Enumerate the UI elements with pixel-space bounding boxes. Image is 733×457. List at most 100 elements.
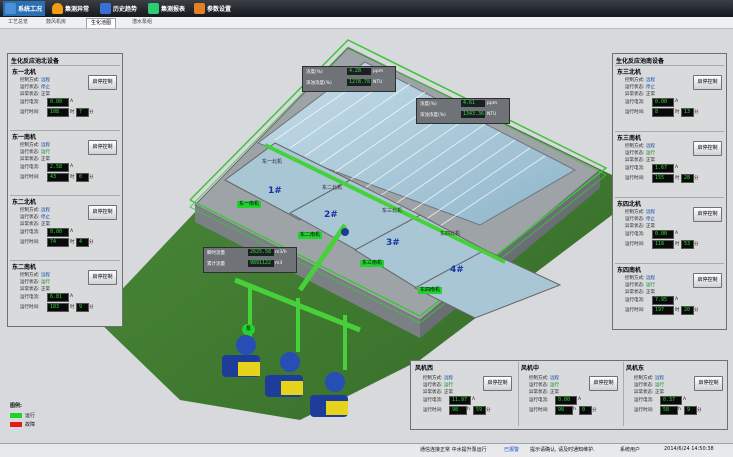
tab-blower-room[interactable]: 鼓风机房 bbox=[42, 18, 70, 27]
pool-2-south-label[interactable]: 东二南机 bbox=[298, 232, 323, 239]
fan-hours-unit: h bbox=[467, 407, 470, 412]
flow-overlay: 瞬时流量 2625.58 m3/h 累计流量 9891122 m3 bbox=[203, 247, 297, 273]
fan-name: 风机西 bbox=[415, 365, 434, 372]
tab-process-overview[interactable]: 工艺总览 bbox=[4, 18, 32, 27]
toolbar-history-trend-button[interactable]: 历史趋势 bbox=[100, 1, 137, 16]
current-unit: A bbox=[70, 164, 74, 169]
runtime-hours: 155 bbox=[652, 174, 674, 183]
hours-unit: 时 bbox=[675, 308, 680, 313]
mode-row: 控制方式: 远程 bbox=[625, 210, 655, 215]
runtime-hours: 197 bbox=[652, 306, 674, 315]
current-label: 运行电流: bbox=[20, 165, 40, 170]
fan-runtime-label: 运行时间: bbox=[423, 408, 443, 413]
state-row: 运行状态: 停止 bbox=[625, 85, 655, 90]
fan-start-stop-button[interactable]: 启停控制 bbox=[483, 376, 512, 391]
start-stop-button[interactable]: 启停控制 bbox=[693, 273, 722, 288]
pool-4-south-label[interactable]: 东四南机 bbox=[418, 287, 443, 294]
fan-state-row: 运行状态: 运行 bbox=[634, 383, 664, 388]
runtime-label: 运行时间: bbox=[20, 175, 40, 180]
sensor-overlay-top: 浓度(%) 4.28 ppm 浑浊浓度(%) 1278.78 NTU bbox=[302, 66, 396, 92]
minutes-unit: 分 bbox=[694, 242, 699, 247]
state-row: 运行状态: 停止 bbox=[20, 85, 50, 90]
machine-section: 东四北机 控制方式: 远程 运行状态: 停止 异常状态: 正常 运行电流: 0.… bbox=[615, 197, 724, 263]
mode-row: 控制方式: 远程 bbox=[625, 144, 655, 149]
pool-1-south-label[interactable]: 东一南机 bbox=[237, 201, 262, 208]
runtime-label: 运行时间: bbox=[20, 305, 40, 310]
fan-start-stop-button[interactable]: 启停控制 bbox=[589, 376, 618, 391]
fault-row: 异常状态: 正常 bbox=[625, 158, 655, 163]
fan-runtime-minutes: 0 bbox=[579, 406, 592, 415]
mode-row: 控制方式: 远程 bbox=[20, 208, 50, 213]
sensor-mid-value1: 4.61 bbox=[461, 100, 485, 107]
mode-value: 远程 bbox=[40, 273, 50, 278]
start-stop-button[interactable]: 启停控制 bbox=[88, 75, 117, 90]
start-stop-button[interactable]: 启停控制 bbox=[88, 205, 117, 220]
fault-value: 正常 bbox=[40, 92, 50, 97]
runtime-minutes: 53 bbox=[681, 240, 694, 249]
north-panel-title: 生化反应池北设备 bbox=[11, 58, 60, 65]
start-stop-button[interactable]: 启停控制 bbox=[693, 207, 722, 222]
current-unit: A bbox=[70, 294, 74, 299]
toolbar-report-button[interactable]: 集测报表 bbox=[148, 1, 185, 16]
legend-swatch-run bbox=[10, 413, 22, 418]
pool-3-south-label[interactable]: 东三南机 bbox=[360, 260, 385, 267]
mode-value: 远程 bbox=[645, 210, 655, 215]
status-datetime: 2014/6/24 14:50:38 bbox=[664, 446, 714, 452]
status-alarm-prefix[interactable]: 已报警 bbox=[504, 446, 519, 453]
start-stop-button[interactable]: 启停控制 bbox=[88, 270, 117, 285]
state-row: 运行状态: 运行 bbox=[625, 151, 655, 156]
current-value: 1.67 bbox=[652, 164, 674, 173]
fan-name: 风机中 bbox=[521, 365, 540, 372]
state-row: 运行状态: 运行 bbox=[20, 150, 50, 155]
legend-title: 图例: bbox=[10, 403, 22, 409]
state-value: 停止 bbox=[40, 215, 50, 220]
tab-biochemical-pool[interactable]: 生化池图 bbox=[86, 18, 117, 28]
start-stop-button[interactable]: 启停控制 bbox=[88, 140, 117, 155]
legend-item-run: 运行 bbox=[10, 412, 35, 419]
fan-fault-value: 正常 bbox=[549, 390, 559, 395]
flow-total-value: 9891122 bbox=[248, 260, 274, 267]
minutes-unit: 分 bbox=[694, 110, 699, 115]
runtime-minutes: 28 bbox=[681, 174, 694, 183]
machine-section: 东一南机 控制方式: 远程 运行状态: 运行 异常状态: 正常 运行电流: 2.… bbox=[10, 130, 120, 195]
current-label: 运行电流: bbox=[20, 295, 40, 300]
start-stop-button[interactable]: 启停控制 bbox=[693, 75, 722, 90]
fan-hours-unit: h bbox=[573, 407, 576, 412]
fan-section: 风机西 控制方式: 远程 运行状态: 运行 异常状态: 正常 运行电流: 11.… bbox=[413, 362, 516, 426]
state-value: 停止 bbox=[40, 85, 50, 90]
pool-number-4: 4# bbox=[450, 265, 464, 275]
machine-section: 东二北机 控制方式: 远程 运行状态: 停止 异常状态: 正常 运行电流: 0.… bbox=[10, 195, 120, 260]
runtime-minutes: 0 bbox=[76, 173, 89, 182]
bell-icon bbox=[52, 3, 63, 14]
fan-minutes-unit: 分 bbox=[697, 408, 702, 413]
fault-value: 正常 bbox=[40, 222, 50, 227]
tab-submersible-pumps[interactable]: 潜水泵组 bbox=[128, 18, 156, 27]
status-user: 系统用户 bbox=[620, 447, 641, 453]
toolbar-system-status-button[interactable]: 系统工况 bbox=[3, 1, 46, 16]
mode-value: 远程 bbox=[40, 208, 50, 213]
state-row: 运行状态: 运行 bbox=[625, 283, 655, 288]
current-value: 0.00 bbox=[652, 230, 674, 239]
toolbar-settings-button[interactable]: 参数设置 bbox=[194, 1, 231, 16]
machine-name: 东四南机 bbox=[617, 267, 642, 274]
sensor-top-value1: 4.28 bbox=[347, 68, 371, 75]
toolbar-alarm-button[interactable]: 集测异常 bbox=[52, 1, 89, 16]
runtime-label: 运行时间: bbox=[625, 242, 645, 247]
fan-fault-value: 正常 bbox=[654, 390, 664, 395]
runtime-minutes: 9 bbox=[76, 303, 89, 312]
runtime-hours: 74 bbox=[47, 238, 69, 247]
fan-state-row: 运行状态: 运行 bbox=[423, 383, 453, 388]
fault-row: 异常状态: 正常 bbox=[625, 224, 655, 229]
pool-1-north-label: 东一北机 bbox=[262, 159, 283, 165]
state-value: 运行 bbox=[645, 283, 655, 288]
machine-section: 东一北机 控制方式: 远程 运行状态: 停止 异常状态: 正常 运行电流: 0.… bbox=[10, 65, 120, 130]
current-unit: A bbox=[675, 165, 679, 170]
start-stop-button[interactable]: 启停控制 bbox=[693, 141, 722, 156]
hours-unit: 时 bbox=[70, 305, 75, 310]
top-toolbar: 系统工况 集测异常 历史趋势 集测报表 参数设置 bbox=[0, 0, 733, 17]
pool-number-2: 2# bbox=[324, 210, 338, 220]
north-equipment-panel: 生化反应池北设备 东一北机 控制方式: 远程 运行状态: 停止 异常状态: 正常… bbox=[7, 53, 123, 327]
sensor-mid-value2: 1343.36 bbox=[461, 111, 485, 118]
fan-start-stop-button[interactable]: 启停控制 bbox=[694, 376, 723, 391]
current-value: 0.00 bbox=[47, 228, 69, 237]
